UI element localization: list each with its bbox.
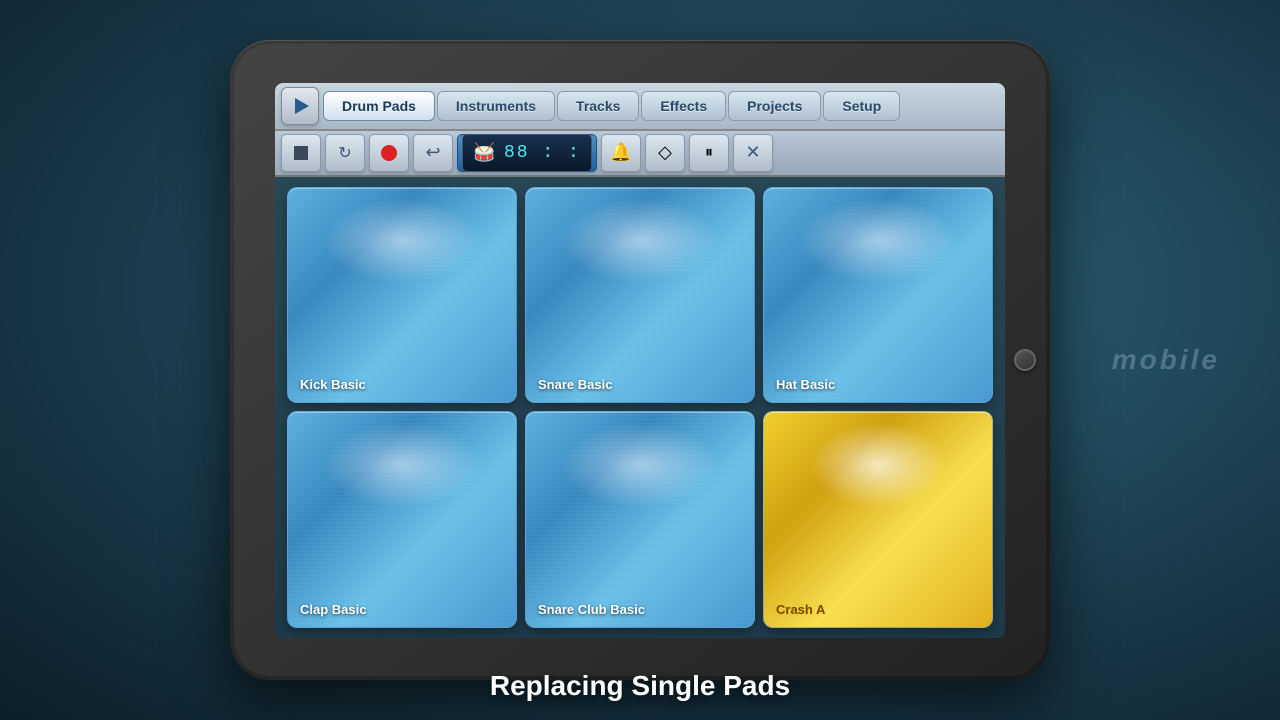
toolbar: ↻ ↩ 🥁 88 : : [275, 131, 1005, 177]
tab-setup[interactable]: Setup [823, 91, 900, 121]
nav-tabs: Drum Pads Instruments Tracks Effects Pro… [323, 91, 900, 121]
tab-effects[interactable]: Effects [641, 91, 726, 121]
mixer-button[interactable]: ⏸ [689, 134, 729, 172]
ipad-screen: Drum Pads Instruments Tracks Effects Pro… [275, 83, 1005, 638]
pad-snare-label: Snare Basic [538, 377, 612, 392]
quantize-button[interactable]: ◇ [645, 134, 685, 172]
stop-button[interactable] [281, 134, 321, 172]
metronome-icon: 🔔 [610, 142, 632, 163]
bpm-widget: 🥁 88 : : [462, 134, 592, 172]
play-button[interactable] [281, 87, 319, 125]
metronome-button[interactable]: 🔔 [601, 134, 641, 172]
mobile-watermark: mobile [1112, 344, 1220, 376]
app-container: Drum Pads Instruments Tracks Effects Pro… [275, 83, 1005, 638]
home-button[interactable] [1014, 349, 1036, 371]
undo-button[interactable]: ↩ [413, 134, 453, 172]
tab-projects[interactable]: Projects [728, 91, 821, 121]
top-nav: Drum Pads Instruments Tracks Effects Pro… [275, 83, 1005, 131]
pad-kick-label: Kick Basic [300, 377, 366, 392]
stop-icon [294, 146, 308, 160]
tab-drum-pads[interactable]: Drum Pads [323, 91, 435, 121]
pad-crash[interactable]: Crash A [763, 411, 993, 628]
close-button[interactable]: ✕ [733, 134, 773, 172]
pad-snare-club[interactable]: Snare Club Basic [525, 411, 755, 628]
quantize-icon: ◇ [658, 142, 672, 163]
undo-icon: ↩ [425, 142, 440, 163]
tab-tracks[interactable]: Tracks [557, 91, 639, 121]
pad-grid: Kick Basic Snare Basic Hat Basic Clap Ba… [275, 177, 1005, 638]
pad-clap-label: Clap Basic [300, 602, 366, 617]
record-icon [381, 145, 397, 161]
close-icon: ✕ [745, 142, 760, 163]
pad-crash-label: Crash A [776, 602, 825, 617]
pad-snare-club-label: Snare Club Basic [538, 602, 645, 617]
tab-instruments[interactable]: Instruments [437, 91, 555, 121]
pad-clap[interactable]: Clap Basic [287, 411, 517, 628]
drum-bpm-display[interactable]: 🥁 88 : : [457, 134, 597, 172]
pad-kick[interactable]: Kick Basic [287, 187, 517, 404]
pad-snare[interactable]: Snare Basic [525, 187, 755, 404]
caption-text: Replacing Single Pads [0, 670, 1280, 702]
pad-hat-label: Hat Basic [776, 377, 835, 392]
mixer-icon: ⏸ [705, 144, 713, 162]
record-button[interactable] [369, 134, 409, 172]
loop-icon: ↻ [338, 143, 351, 163]
bpm-value: 88 : : [504, 143, 581, 163]
play-icon [295, 98, 309, 114]
drum-icon: 🥁 [473, 142, 495, 163]
pad-hat[interactable]: Hat Basic [763, 187, 993, 404]
ipad-frame: Drum Pads Instruments Tracks Effects Pro… [230, 40, 1050, 680]
loop-button[interactable]: ↻ [325, 134, 365, 172]
